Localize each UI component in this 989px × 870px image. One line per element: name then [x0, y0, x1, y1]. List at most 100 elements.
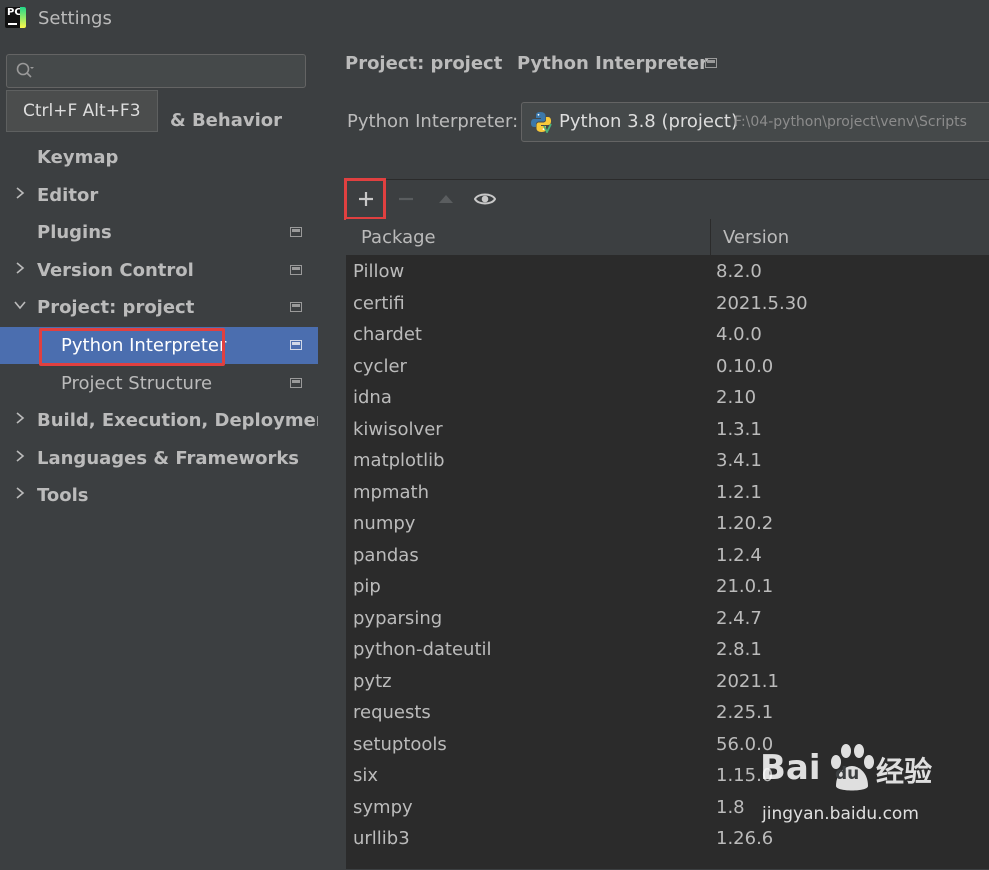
sidebar-item-label: Editor [37, 184, 99, 206]
package-name-cell: matplotlib [353, 450, 445, 471]
window-title: Settings [38, 8, 112, 29]
chevron-right-icon[interactable] [13, 486, 27, 500]
table-row[interactable]: python-dateutil 2.8.1 [346, 635, 989, 667]
package-name-cell: idna [353, 387, 392, 408]
package-version-cell: 2.25.1 [716, 702, 774, 723]
package-version-cell: 1.20.2 [716, 513, 774, 534]
sidebar-item-tools[interactable]: Tools [0, 477, 318, 514]
baidu-jingyan-watermark: Bai du 经验 jingyan.baidu.com [758, 742, 989, 832]
sidebar-item-languages-frameworks[interactable]: Languages & Frameworks [0, 440, 318, 477]
sidebar-item-project-structure[interactable]: Project Structure [0, 365, 318, 402]
settings-sidebar: Ctrl+F Alt+F3 & Behavior Keymap Editor Plu… [0, 38, 337, 853]
column-header-package[interactable]: Package [361, 227, 436, 248]
interpreter-label: Python Interpreter: [347, 111, 519, 132]
package-version-cell: 2.8.1 [716, 639, 762, 660]
upgrade-package-button[interactable] [426, 180, 466, 218]
package-name-cell: urllib3 [353, 828, 410, 849]
table-row[interactable]: cycler 0.10.0 [346, 352, 989, 384]
table-row[interactable]: kiwisolver 1.3.1 [346, 415, 989, 447]
package-name-cell: pip [353, 576, 381, 597]
package-version-cell: 2.10 [716, 387, 757, 408]
sidebar-item-label: Project Structure [61, 372, 213, 394]
sidebar-item-appearance-behavior[interactable]: & Behavior [170, 110, 282, 131]
sidebar-item-label: Plugins [37, 222, 112, 244]
table-row[interactable]: mpmath 1.2.1 [346, 478, 989, 510]
project-scope-icon [290, 264, 302, 275]
package-version-cell: 1.2.1 [716, 481, 762, 503]
upgrade-icon [439, 195, 453, 203]
sidebar-item-build-execution-deployment[interactable]: Build, Execution, Deployment [0, 402, 337, 439]
interpreter-name: Python 3.8 (project) [559, 111, 738, 132]
package-name-cell: pyparsing [353, 607, 443, 629]
sidebar-item-label: Languages & Frameworks [37, 447, 300, 469]
package-name-cell: requests [353, 702, 431, 723]
package-version-cell: 2.4.7 [716, 607, 762, 629]
package-version-cell: 4.0.0 [716, 324, 762, 345]
package-name-cell: chardet [353, 324, 422, 345]
sidebar-item-plugins[interactable]: Plugins [0, 214, 318, 251]
interpreter-path: F:\04-python\project\venv\Scripts [734, 114, 967, 130]
install-package-button[interactable] [344, 178, 386, 220]
package-version-cell: 1.8 [716, 796, 745, 818]
pycharm-logo-icon: PC [5, 7, 26, 28]
table-row[interactable]: pip 21.0.1 [346, 572, 989, 604]
show-early-releases-button[interactable] [464, 180, 504, 218]
sidebar-item-label: Version Control [37, 259, 194, 281]
chevron-right-icon[interactable] [13, 261, 27, 275]
table-row[interactable]: numpy 1.20.2 [346, 509, 989, 541]
column-header-version[interactable]: Version [723, 227, 789, 248]
table-row[interactable]: matplotlib 3.4.1 [346, 446, 989, 478]
sidebar-item-version-control[interactable]: Version Control [0, 252, 318, 289]
package-name-cell: python-dateutil [353, 639, 492, 660]
table-row[interactable]: certifi 2021.5.30 [346, 289, 989, 321]
package-name-cell: setuptools [353, 733, 447, 755]
breadcrumb-parent[interactable]: Project: project [345, 53, 502, 74]
sidebar-item-project-project[interactable]: Project: project [0, 289, 318, 326]
sidebar-item-keymap[interactable]: Keymap [0, 139, 318, 176]
title-bar: PC Settings [0, 0, 989, 38]
sidebar-item-python-interpreter[interactable]: Python Interpreter [0, 327, 318, 366]
project-scope-icon [290, 377, 302, 388]
sidebar-item-editor[interactable]: Editor [0, 177, 318, 214]
selected-item-highlight-box [39, 328, 225, 366]
settings-main-panel: Project: project › Python Interpreter Py… [318, 38, 989, 869]
column-divider[interactable] [710, 219, 711, 255]
search-icon [16, 62, 34, 78]
package-version-cell: 2021.1 [716, 670, 779, 692]
project-scope-icon [290, 227, 302, 238]
interpreter-dropdown[interactable]: Python 3.8 (project) F:\04-python\projec… [521, 102, 989, 142]
minus-icon [399, 197, 413, 201]
table-row[interactable]: idna 2.10 [346, 383, 989, 415]
package-name-cell: kiwisolver [353, 418, 443, 440]
chevron-right-icon[interactable] [13, 411, 27, 425]
project-scope-icon [705, 58, 717, 68]
uninstall-package-button[interactable] [386, 180, 426, 218]
chevron-right-icon[interactable] [13, 186, 27, 200]
chevron-down-icon[interactable] [13, 298, 27, 312]
project-scope-icon [290, 302, 302, 313]
table-header: Package Version [346, 219, 989, 256]
package-name-cell: Pillow [353, 261, 405, 282]
table-row[interactable]: pandas 1.2.4 [346, 541, 989, 573]
table-row[interactable]: pytz 2021.1 [346, 667, 989, 699]
packages-toolbar [344, 178, 989, 220]
table-row[interactable]: Pillow 8.2.0 [346, 257, 989, 289]
python-logo-icon [531, 112, 552, 133]
project-scope-icon [290, 340, 302, 350]
package-version-cell: 1.3.1 [716, 418, 762, 440]
package-version-cell: 8.2.0 [716, 261, 762, 282]
table-row[interactable]: chardet 4.0.0 [346, 320, 989, 352]
package-name-cell: cycler [353, 355, 407, 377]
table-row[interactable]: requests 2.25.1 [346, 698, 989, 730]
sidebar-item-label: Project: project [37, 297, 195, 319]
package-name-cell: six [353, 765, 379, 786]
package-version-cell: 3.4.1 [716, 450, 762, 471]
package-name-cell: numpy [353, 513, 416, 534]
package-version-cell: 1.2.4 [716, 544, 762, 566]
breadcrumb-separator: › [494, 54, 501, 73]
package-name-cell: certifi [353, 292, 405, 314]
chevron-right-icon[interactable] [13, 449, 27, 463]
breadcrumb-current: Python Interpreter [517, 53, 708, 74]
table-row[interactable]: pyparsing 2.4.7 [346, 604, 989, 636]
settings-search-input[interactable] [6, 54, 306, 88]
